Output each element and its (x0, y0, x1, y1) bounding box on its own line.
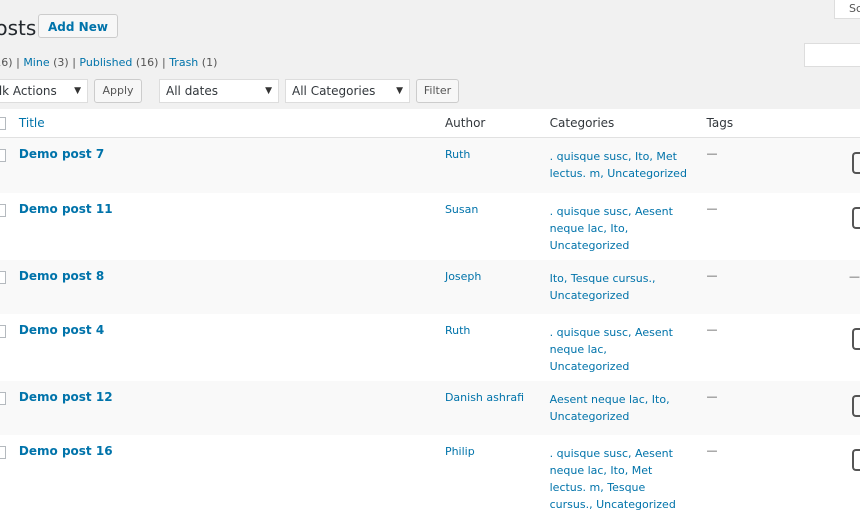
select-all-checkbox[interactable] (0, 116, 6, 130)
trash-count: (1) (201, 56, 218, 69)
post-title-link[interactable]: Demo post 12 (19, 381, 445, 404)
row-checkbox[interactable] (0, 445, 6, 459)
apply-button[interactable]: Apply (94, 79, 142, 103)
row-checkbox[interactable] (0, 391, 6, 405)
post-title-link[interactable]: Demo post 7 (19, 138, 445, 161)
categories-links[interactable]: Ito, Tesque cursus., Uncategorized (550, 260, 690, 310)
column-author: Author (444, 109, 550, 138)
comment-bubble-icon[interactable] (851, 327, 860, 350)
row-checkbox[interactable] (0, 149, 6, 162)
comment-bubble-icon[interactable] (851, 152, 860, 174)
separator: | (16, 56, 20, 69)
all-count[interactable]: (16) (0, 56, 13, 69)
search-input[interactable] (804, 43, 860, 67)
chevron-down-icon: ▼ (265, 86, 272, 96)
author-link[interactable]: Joseph (445, 260, 550, 283)
author-link[interactable]: Susan (445, 193, 550, 216)
screen-options-button[interactable]: Sc (834, 0, 860, 19)
dates-select[interactable]: All dates ▼ (159, 79, 279, 103)
row-checkbox[interactable] (0, 270, 6, 284)
mine-link[interactable]: Mine (23, 56, 49, 69)
author-link[interactable]: Ruth (445, 138, 550, 161)
comments-none: — (848, 269, 860, 283)
categories-select[interactable]: All Categories ▼ (285, 79, 410, 103)
comment-bubble-icon[interactable] (851, 448, 860, 471)
column-title[interactable]: Title (18, 109, 445, 138)
row-checkbox[interactable] (0, 324, 6, 338)
published-count: (16) (135, 56, 159, 69)
status-filter-links: (16) | Mine (3) | Published (16) | Trash… (0, 56, 217, 69)
table-row: Demo post 4 Ruth . quisque susc, Aesent … (0, 314, 860, 381)
tags-value: — (706, 201, 718, 215)
tags-value: — (706, 268, 718, 282)
tags-value: — (706, 389, 718, 403)
dates-label: All dates (166, 84, 219, 98)
bulk-actions-label: Bulk Actions (0, 84, 57, 98)
column-tags: Tags (706, 109, 846, 138)
categories-links[interactable]: . quisque susc, Aesent neque lac, Ito, M… (550, 435, 690, 519)
comment-bubble-icon[interactable] (851, 394, 860, 417)
tags-value: — (706, 443, 718, 457)
posts-table: Title Author Categories Tags Demo post 7… (0, 109, 860, 521)
table-row: Demo post 11 Susan . quisque susc, Aesen… (0, 193, 860, 260)
categories-links[interactable]: Aesent neque lac, Ito, Uncategorized (550, 381, 690, 431)
published-link[interactable]: Published (79, 56, 132, 69)
mine-count: (3) (53, 56, 69, 69)
categories-label: All Categories (292, 84, 376, 98)
post-title-link[interactable]: Demo post 4 (19, 314, 445, 337)
categories-links[interactable]: . quisque susc, Aesent neque lac, Uncate… (550, 314, 690, 381)
chevron-down-icon: ▼ (396, 86, 403, 96)
comment-bubble-icon[interactable] (851, 206, 860, 229)
tags-value: — (706, 322, 718, 336)
author-link[interactable]: Danish ashrafi (445, 381, 550, 404)
bulk-actions-select[interactable]: Bulk Actions ▼ (0, 79, 88, 103)
tags-value: — (706, 147, 718, 160)
author-link[interactable]: Ruth (445, 314, 550, 337)
chevron-down-icon: ▼ (74, 86, 81, 96)
table-row: Demo post 12 Danish ashrafi Aesent neque… (0, 380, 860, 435)
post-title-link[interactable]: Demo post 11 (19, 193, 445, 216)
trash-link[interactable]: Trash (169, 56, 198, 69)
categories-links[interactable]: . quisque susc, Ito, Met lectus. m, Unca… (550, 138, 690, 188)
filter-button[interactable]: Filter (416, 79, 459, 103)
post-title-link[interactable]: Demo post 8 (19, 260, 445, 283)
table-header-row: Title Author Categories Tags (0, 109, 860, 138)
table-row: Demo post 7 Ruth . quisque susc, Ito, Me… (0, 137, 860, 193)
categories-links[interactable]: . quisque susc, Aesent neque lac, Ito, U… (550, 193, 690, 260)
table-row: Demo post 16 Philip . quisque susc, Aese… (0, 435, 860, 521)
separator: | (161, 56, 166, 69)
post-title-link[interactable]: Demo post 16 (19, 435, 445, 458)
author-link[interactable]: Philip (445, 435, 550, 458)
add-new-button[interactable]: Add New (38, 14, 118, 38)
row-checkbox[interactable] (0, 203, 6, 217)
table-row: Demo post 8 Joseph Ito, Tesque cursus., … (0, 259, 860, 314)
page-title: Posts (0, 16, 37, 40)
separator: | (72, 56, 76, 69)
column-categories: Categories (549, 109, 707, 138)
